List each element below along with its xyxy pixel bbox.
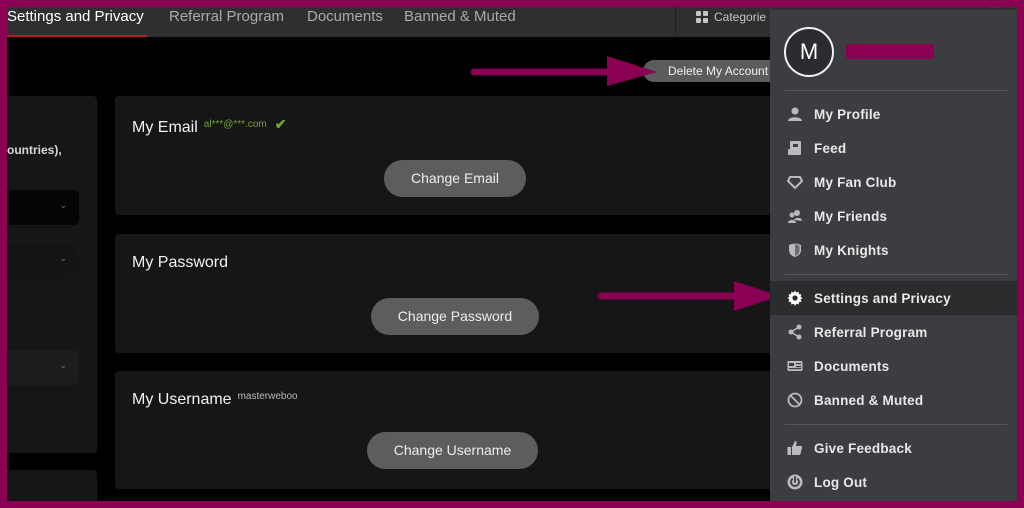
shield-icon [786, 241, 804, 259]
left-select-2[interactable]: ⌄ [7, 243, 79, 278]
nav-divider [675, 7, 676, 37]
email-value: al***@***.com [203, 119, 267, 130]
menu-divider [785, 424, 1007, 425]
thumbs-up-icon [786, 439, 804, 457]
menu-item-documents[interactable]: Documents [770, 349, 1017, 383]
left-panel-text: ountries), [7, 143, 62, 157]
diamond-icon [786, 173, 804, 191]
menu-divider [785, 90, 1007, 91]
menu-label: Feed [814, 140, 847, 156]
chevron-down-icon: ⌄ [59, 253, 67, 263]
annotation-arrow-settings [597, 281, 780, 311]
person-icon [786, 105, 804, 123]
tab-referral-program[interactable]: Referral Program [169, 7, 284, 37]
menu-label: Documents [814, 358, 890, 374]
friends-icon [786, 207, 804, 225]
annotation-arrow-delete [470, 56, 657, 86]
check-icon: ✔ [274, 116, 287, 132]
menu-item-my-friends[interactable]: My Friends [770, 199, 1017, 233]
chevron-down-icon: ⌄ [59, 200, 67, 210]
user-dropdown-menu: M My Profile Feed My Fan Club My Friends… [770, 10, 1017, 501]
menu-label: Banned & Muted [814, 392, 924, 408]
tab-settings-and-privacy[interactable]: Settings and Privacy [7, 7, 147, 37]
screenshot-frame: Settings and Privacy Referral Program Do… [7, 7, 1017, 501]
menu-label: My Friends [814, 208, 888, 224]
menu-divider [785, 274, 1007, 275]
change-email-button[interactable]: Change Email [384, 160, 526, 197]
menu-item-log-out[interactable]: Log Out [770, 465, 1017, 499]
menu-item-give-feedback[interactable]: Give Feedback [770, 431, 1017, 465]
menu-label: Referral Program [814, 324, 928, 340]
left-select-1[interactable]: ⌄ [7, 190, 79, 225]
menu-label: My Profile [814, 106, 881, 122]
menu-label: Give Feedback [814, 440, 912, 456]
menu-item-settings-and-privacy[interactable]: Settings and Privacy [770, 281, 1017, 315]
share-icon [786, 323, 804, 341]
left-panel-lower [7, 470, 97, 501]
feed-icon [786, 139, 804, 157]
ban-icon [786, 391, 804, 409]
menu-label: Log Out [814, 474, 868, 490]
email-title: My Email [132, 119, 198, 136]
change-password-button[interactable]: Change Password [371, 298, 539, 335]
chevron-down-icon: ⌄ [59, 360, 67, 370]
email-card: My Email al***@***.com ✔ Change Email [115, 96, 795, 215]
menu-item-my-profile[interactable]: My Profile [770, 97, 1017, 131]
menu-item-feed[interactable]: Feed [770, 131, 1017, 165]
categories-button[interactable]: Categorie [696, 10, 766, 24]
grid-icon [696, 11, 708, 23]
username-card-title: My Username masterweboo [132, 391, 298, 409]
power-icon [786, 473, 804, 491]
gear-icon [786, 289, 804, 307]
tab-documents[interactable]: Documents [307, 7, 383, 37]
avatar[interactable]: M [784, 27, 834, 77]
left-select-3[interactable]: ⌄ [7, 350, 79, 385]
username-redacted [846, 44, 934, 59]
menu-item-referral-program[interactable]: Referral Program [770, 315, 1017, 349]
menu-item-my-knights[interactable]: My Knights [770, 233, 1017, 267]
username-value: masterweboo [237, 391, 298, 402]
email-card-title: My Email al***@***.com ✔ [132, 116, 286, 137]
menu-caret [989, 7, 999, 8]
menu-label: My Knights [814, 242, 889, 258]
menu-item-banned-muted[interactable]: Banned & Muted [770, 383, 1017, 417]
left-settings-panel: ountries), ⌄ ⌄ ⌄ [7, 96, 97, 453]
menu-label: Settings and Privacy [814, 290, 951, 306]
menu-label: My Fan Club [814, 174, 897, 190]
change-username-button[interactable]: Change Username [367, 432, 538, 469]
tab-banned-muted[interactable]: Banned & Muted [404, 7, 516, 37]
id-card-icon [786, 357, 804, 375]
categories-label: Categorie [714, 10, 767, 24]
username-title: My Username [132, 391, 232, 408]
menu-item-my-fan-club[interactable]: My Fan Club [770, 165, 1017, 199]
username-card: My Username masterweboo Change Username [115, 371, 795, 489]
password-title: My Password [132, 254, 229, 271]
